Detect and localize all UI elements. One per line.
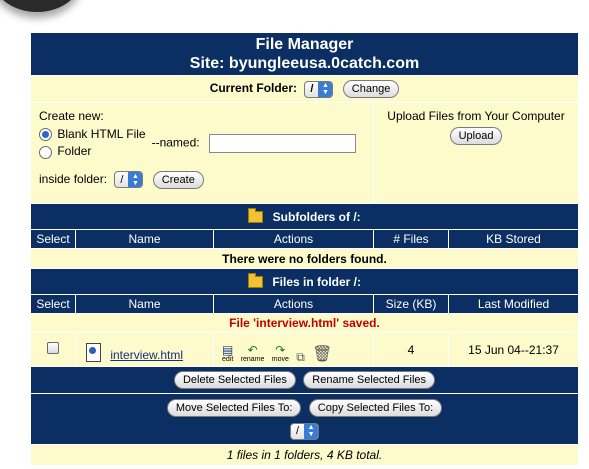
inside-folder-select[interactable]: / ▲ ▼ <box>114 171 144 189</box>
files-title: Files in folder /: <box>272 274 362 289</box>
summary-bar: 1 files in 1 folders, 4 KB total. <box>29 444 580 466</box>
edit-icon: ▤ <box>222 343 234 357</box>
column-header: Name <box>75 229 214 249</box>
column-header: Name <box>75 294 214 314</box>
current-folder-value: / <box>310 83 314 95</box>
select-cell <box>30 332 76 367</box>
column-header: Actions <box>213 229 374 249</box>
delete-selected-button[interactable]: Delete Selected Files <box>173 371 296 389</box>
change-folder-button[interactable]: Change <box>342 80 400 98</box>
move-icon: ↷ <box>275 343 286 357</box>
summary-text: 1 files in 1 folders, 4 KB total. <box>226 448 383 462</box>
window-corner-decoration <box>0 0 82 12</box>
column-header: Select <box>30 229 76 249</box>
inside-folder-value: / <box>120 173 124 186</box>
blank-html-label: Blank HTML File <box>57 127 146 141</box>
subfolders-banner: Subfolders of /: <box>29 203 580 230</box>
upload-panel: Upload Files from Your Computer Upload <box>372 102 580 204</box>
move-action[interactable]: ↷ move <box>272 344 289 363</box>
create-button[interactable]: Create <box>152 170 204 189</box>
target-folder-select[interactable]: / ▲ ▼ <box>289 422 320 440</box>
site-name: Site: byungleeusa.0catch.com <box>189 55 420 72</box>
actions-cell: ▤ edit ↶ rename ↷ move ⧉ 🗑 <box>213 332 374 367</box>
upload-button[interactable]: Upload <box>449 127 503 145</box>
column-header: # Files <box>373 229 449 249</box>
select-arrows-icon: ▲ ▼ <box>304 423 319 439</box>
edit-action[interactable]: ▤ edit <box>222 344 233 363</box>
rename-action[interactable]: ↶ rename <box>241 344 265 363</box>
rename-selected-button[interactable]: Rename Selected Files <box>303 371 436 389</box>
folder-icon <box>248 208 264 224</box>
file-select-checkbox[interactable] <box>47 342 59 354</box>
target-folder-value: / <box>295 425 300 437</box>
file-name-cell: interview.html <box>75 332 214 367</box>
trash-icon: 🗑 <box>312 346 333 363</box>
new-name-input[interactable] <box>208 134 356 154</box>
folder-radio-label: Folder <box>57 144 92 159</box>
no-folders-message: There were no folders found. <box>29 248 580 269</box>
move-action-label: move <box>271 356 289 363</box>
current-folder-bar: Current Folder: / ▲ ▼ Change <box>29 75 580 103</box>
file-manager-table: File Manager Site: byungleeusa.0catch.co… <box>29 32 580 466</box>
subfolders-header-row: Select Name Actions # Files KB Stored <box>30 229 580 249</box>
current-folder-select[interactable]: / ▲ ▼ <box>304 80 334 98</box>
column-header: Last Modified <box>447 294 580 314</box>
move-selected-button[interactable]: Move Selected Files To: <box>166 398 302 417</box>
file-name-link[interactable]: interview.html <box>110 348 183 362</box>
html-file-icon <box>86 343 101 362</box>
move-copy-bar: Move Selected Files To: Copy Selected Fi… <box>29 393 580 445</box>
named-label: --named: <box>151 136 200 150</box>
blank-html-radio[interactable] <box>39 128 52 142</box>
subfolders-title: Subfolders of /: <box>272 209 361 224</box>
column-header: Select <box>30 294 76 314</box>
select-arrows-icon: ▲ ▼ <box>318 81 333 97</box>
files-banner: Files in folder /: <box>29 268 580 295</box>
inside-folder-label: inside folder: <box>39 171 108 186</box>
files-header-row: Select Name Actions Size (KB) Last Modif… <box>30 294 580 314</box>
rename-icon: ↶ <box>247 343 258 357</box>
file-modified: 15 Jun 04--21:37 <box>447 332 580 367</box>
file-size: 4 <box>373 332 449 367</box>
create-new-heading: Create new: <box>39 109 104 123</box>
column-header: Size (KB) <box>373 294 449 314</box>
copy-selected-button[interactable]: Copy Selected Files To: <box>308 398 443 417</box>
delete-action[interactable]: 🗑 <box>312 347 332 363</box>
folder-icon <box>247 273 263 289</box>
page-title: File Manager <box>255 36 354 53</box>
save-status-message: File 'interview.html' saved. <box>29 313 580 333</box>
rename-action-label: rename <box>240 356 265 363</box>
edit-action-label: edit <box>222 356 234 363</box>
copy-icon: ⧉ <box>296 350 305 364</box>
title-banner: File Manager Site: byungleeusa.0catch.co… <box>29 32 580 76</box>
column-header: KB Stored <box>447 229 580 249</box>
current-folder-label: Current Folder: <box>209 81 298 96</box>
upload-heading: Upload Files from Your Computer <box>387 109 565 123</box>
column-header: Actions <box>213 294 374 314</box>
folder-radio[interactable] <box>39 145 52 159</box>
create-new-panel: Create new: Blank HTML File Folder --nam… <box>30 102 374 204</box>
copy-action[interactable]: ⧉ <box>296 351 305 363</box>
select-arrows-icon: ▲ ▼ <box>128 172 143 188</box>
bulk-actions-bar: Delete Selected Files Rename Selected Fi… <box>29 366 580 394</box>
table-row: interview.html ▤ edit ↶ rename ↷ move ⧉ … <box>30 332 580 367</box>
